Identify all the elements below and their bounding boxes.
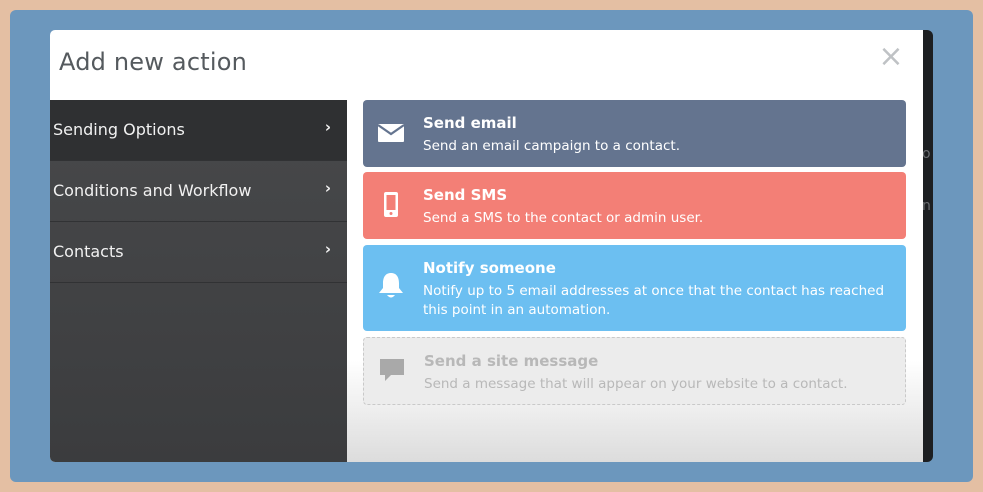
action-title: Notify someone — [423, 259, 556, 277]
send-email-action[interactable]: Send email Send an email campaign to a c… — [363, 100, 906, 167]
action-description: Send an email campaign to a contact. — [423, 138, 681, 154]
bell-icon — [379, 273, 403, 298]
sidebar-item-label: Conditions and Workflow — [53, 181, 252, 200]
chevron-right-icon: › — [324, 118, 331, 136]
chevron-right-icon: › — [324, 179, 331, 197]
sidebar-item-label: Sending Options — [53, 120, 185, 139]
action-title: Send a site message — [424, 352, 599, 370]
action-description: Notify up to 5 email addresses at once t… — [423, 283, 885, 318]
send-sms-action[interactable]: Send SMS Send a SMS to the contact or ad… — [363, 172, 906, 239]
mobile-phone-icon — [384, 192, 398, 217]
sidebar-item-sending-options[interactable]: Sending Options › — [50, 100, 347, 161]
envelope-icon — [377, 124, 405, 142]
sidebar-item-conditions-and-workflow[interactable]: Conditions and Workflow › — [50, 161, 347, 222]
chevron-right-icon: › — [324, 240, 331, 258]
sidebar-item-label: Contacts — [53, 242, 124, 261]
close-button[interactable]: × — [876, 42, 906, 72]
modal-title: Add new action — [59, 48, 248, 76]
action-title: Send email — [423, 114, 517, 132]
send-site-message-action[interactable]: Send a site message Send a message that … — [363, 337, 906, 405]
background-ghost-text: n — [922, 198, 931, 214]
action-description: Send a message that will appear on your … — [424, 376, 848, 392]
modal-header: Add new action × — [50, 30, 923, 100]
chat-bubble-icon — [380, 359, 404, 381]
add-action-modal: Add new action × Sending Options › Condi… — [50, 30, 923, 462]
action-list: Send email Send an email campaign to a c… — [347, 100, 923, 462]
sidebar-item-contacts[interactable]: Contacts › — [50, 222, 347, 283]
action-description: Send a SMS to the contact or admin user. — [423, 210, 704, 226]
action-category-sidebar: Sending Options › Conditions and Workflo… — [50, 100, 347, 462]
notify-someone-action[interactable]: Notify someone Notify up to 5 email addr… — [363, 245, 906, 331]
background-ghost-text: o — [922, 146, 931, 162]
action-title: Send SMS — [423, 186, 508, 204]
